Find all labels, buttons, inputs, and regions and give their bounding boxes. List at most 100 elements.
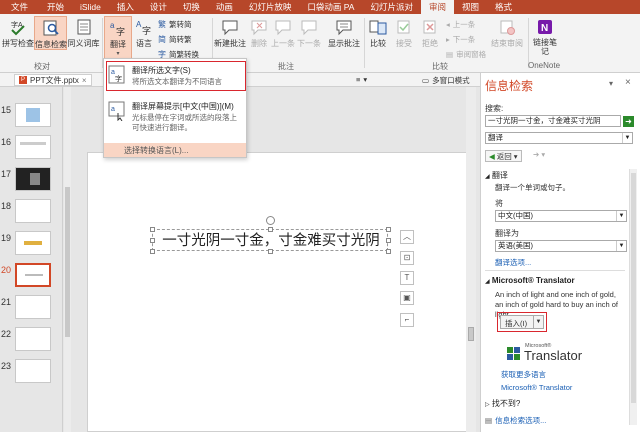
slide-number: 19 [1, 233, 12, 243]
ribbon-separator [364, 18, 365, 68]
link-notes-button[interactable]: N 链接笔记 [532, 18, 558, 56]
resize-handle[interactable] [150, 227, 155, 232]
rotate-handle[interactable] [266, 216, 275, 225]
thesaurus-label: 同义词库 [67, 39, 100, 48]
tab-format[interactable]: 格式 [487, 0, 520, 14]
previous-comment-button[interactable]: 上一条 [270, 18, 296, 49]
section-translation[interactable]: ◢ 翻译 [485, 170, 508, 181]
compare-button[interactable]: 比较 [366, 18, 390, 49]
pane-scrollbar[interactable] [629, 169, 637, 425]
text-icon[interactable]: T [400, 271, 414, 285]
slide-thumbnail[interactable] [15, 359, 51, 383]
close-icon[interactable]: × [82, 76, 87, 85]
get-more-languages-link[interactable]: 获取更多语言 [501, 369, 546, 380]
canvas-scrollbar[interactable] [466, 87, 476, 432]
show-comments-button[interactable]: 显示批注 [326, 18, 362, 49]
tab-view[interactable]: 视图 [454, 0, 487, 14]
tab-animations[interactable]: 动画 [208, 0, 241, 14]
resize-handle[interactable] [150, 249, 155, 254]
previous-label: 上一条 [271, 39, 295, 48]
previous-change-button[interactable]: ◂ 上一条 [446, 19, 475, 30]
crop-icon[interactable]: ⌐ [400, 313, 414, 327]
accept-button[interactable]: 接受 [392, 18, 416, 49]
tab-pocket-animation[interactable]: 口袋动画 PA [299, 0, 362, 14]
translate-label: 翻译 [110, 40, 126, 49]
from-language-select[interactable]: 中文(中国) ▼ [495, 210, 627, 222]
language-button[interactable]: A字 语言 [133, 18, 155, 49]
search-label: 搜索: [485, 104, 504, 113]
resize-handle[interactable] [386, 249, 391, 254]
slide-thumbnail-selected[interactable] [15, 263, 51, 287]
slide-thumbnail[interactable] [15, 135, 51, 159]
next-change-button[interactable]: ▸ 下一条 [446, 34, 475, 45]
research-options-link[interactable]: ▤ 信息检索选项... [485, 415, 546, 426]
menu-icon: ≡ [356, 75, 361, 84]
tab-transitions[interactable]: 切换 [175, 0, 208, 14]
tab-file[interactable]: 文件 [0, 0, 40, 14]
translate-button[interactable]: a字 翻译 ▾ [104, 16, 132, 60]
next-comment-button[interactable]: 下一条 [296, 18, 322, 49]
tab-review[interactable]: 审阅 [421, 0, 455, 14]
menu-item-choose-language[interactable]: 选择转换语言(L)... [104, 143, 246, 157]
chevron-down-icon[interactable]: ▾ [609, 79, 613, 88]
window-menu-button[interactable]: ≡ ▾ [356, 75, 367, 84]
slide-textbox[interactable]: 一寸光阴一寸金，寸金难买寸光阴 [150, 216, 391, 254]
tab-slide-party[interactable]: 幻灯片派对 [362, 0, 421, 14]
end-review-button[interactable]: 结束审阅 [490, 18, 524, 49]
to-traditional-button[interactable]: 繁 繁转简 [158, 19, 192, 30]
slide-thumbnail[interactable] [15, 199, 51, 223]
spell-check-button[interactable]: 字A 拼写检查 [2, 18, 34, 49]
layout-icon[interactable]: ⊡ [400, 251, 414, 265]
close-icon[interactable]: × [625, 77, 631, 88]
menu-item-title: 翻译屏幕提示[中文(中国)](M) [132, 102, 234, 111]
section-not-found[interactable]: ▷ 找不到? [485, 398, 520, 409]
back-button[interactable]: ◀ 返回 ▾ [485, 150, 522, 162]
tab-home[interactable]: 开始 [39, 0, 72, 14]
to-simplified-label: 简转繁 [169, 35, 192, 44]
multi-window-mode-button[interactable]: ▭ 多窗口模式 [422, 75, 470, 86]
slide-thumbnail[interactable] [15, 103, 51, 127]
slide-thumbnail[interactable] [15, 295, 51, 319]
source-select[interactable]: 翻译 ▼ [485, 132, 633, 144]
translation-options-link[interactable]: 翻译选项... [495, 257, 531, 268]
resize-handle[interactable] [386, 238, 391, 243]
tab-islide[interactable]: iSlide [72, 0, 109, 14]
tab-slideshow[interactable]: 幻灯片放映 [241, 0, 300, 14]
new-comment-icon [222, 20, 238, 36]
document-tab[interactable]: P PPT文件.pptx × [14, 74, 92, 86]
slide-thumbnail[interactable] [15, 231, 51, 255]
search-go-icon[interactable]: ➜ [623, 116, 634, 127]
delete-comment-button[interactable]: 删除 [248, 18, 270, 49]
microsoft-translator-link[interactable]: Microsoft® Translator [501, 383, 572, 392]
resize-handle[interactable] [268, 249, 273, 254]
search-input[interactable]: 一寸光阴一寸金，寸金难买寸光阴 [485, 115, 621, 127]
section-microsoft-translator[interactable]: ◢ Microsoft® Translator [485, 276, 575, 285]
to-language-select[interactable]: 英语(美国) ▼ [495, 240, 627, 252]
ribbon: 字A 拼写检查 信息检索 同义词库 校对 a字 翻译 ▾ A字 语言 繁 繁转简… [0, 14, 640, 73]
resize-handle[interactable] [268, 227, 273, 232]
slide-thumbnails-pane[interactable]: 15 16 17 18 19 20 21 22 23 [0, 87, 63, 432]
tab-insert[interactable]: 插入 [109, 0, 142, 14]
thesaurus-button[interactable]: 同义词库 [67, 18, 100, 49]
section-title: 翻译 [491, 171, 508, 180]
svg-text:a: a [110, 21, 115, 30]
research-button[interactable]: 信息检索 [34, 16, 67, 50]
reject-button[interactable]: 拒绝 [418, 18, 442, 49]
document-tab-label: PPT文件.pptx [30, 75, 79, 85]
menu-item-translate-screentip[interactable]: a 翻译屏幕提示[中文(中国)](M) 光标悬停在字词或所选的段落上可快速进行翻… [104, 97, 246, 137]
image-icon[interactable]: ▣ [400, 291, 414, 305]
slide-thumbnail[interactable] [15, 167, 51, 191]
collapse-icon: ◢ [485, 174, 490, 180]
slide-thumbnail[interactable] [15, 327, 51, 351]
to-simplified-button[interactable]: 简 简转繁 [158, 34, 192, 45]
translate-description: 翻译一个单词或句子。 [495, 183, 570, 192]
tab-design[interactable]: 设计 [142, 0, 175, 14]
chevron-up-icon[interactable]: ︿ [400, 230, 414, 244]
reviewing-pane-button[interactable]: ▤ 审阅窗格 [446, 49, 486, 60]
new-comment-button[interactable]: 新建批注 [214, 18, 246, 49]
thumbnails-scrollbar[interactable] [64, 87, 71, 432]
resize-handle[interactable] [386, 227, 391, 232]
reject-icon [423, 20, 436, 34]
forward-button[interactable]: ➔ ▾ [533, 150, 545, 159]
resize-handle[interactable] [150, 238, 155, 243]
